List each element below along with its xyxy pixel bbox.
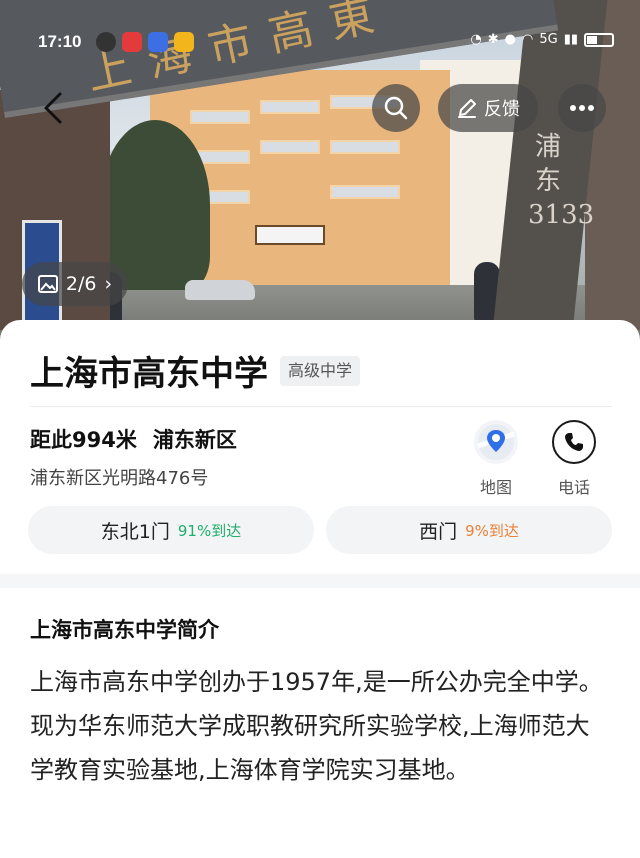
feedback-button[interactable]: 反馈 (438, 84, 538, 132)
status-system-icons: ◔ ✱ ● ◠ 5G ▮▮ (470, 32, 614, 47)
signal-icon: ▮▮ (563, 32, 578, 47)
chevron-left-icon (44, 92, 62, 124)
map-icon-circle (474, 420, 518, 464)
intro-title: 上海市高东中学简介 (30, 618, 219, 642)
photo-window (260, 140, 320, 154)
shield-icon (148, 32, 168, 52)
status-bar: 17:10 ◔ ✱ ● ◠ 5G ▮▮ (0, 30, 640, 56)
photo-pillar-text: 浦东3133 (528, 132, 595, 230)
phone-label: 电话 (557, 478, 590, 497)
status-notification-icons (96, 32, 194, 52)
gate-name: 东北1门 (100, 520, 170, 543)
network-type: 5G (539, 32, 558, 47)
photo-counter-text: 2/6 (65, 273, 97, 295)
title-row: 上海市高东中学 高级中学 (30, 346, 361, 395)
nfc-icon: ◔ (470, 32, 482, 47)
status-time: 17:10 (38, 32, 82, 51)
message-icon (96, 32, 116, 52)
search-icon (384, 96, 408, 120)
poi-address[interactable]: 浦东新区光明路476号 (30, 464, 208, 490)
divider (30, 406, 612, 407)
photo-window (190, 110, 250, 124)
photo-window (260, 100, 320, 114)
bluetooth-icon: ✱ (487, 32, 499, 47)
section-separator (0, 574, 640, 588)
battery-icon (584, 32, 614, 47)
search-button[interactable] (372, 84, 420, 132)
phone-button[interactable]: 电话 (544, 420, 604, 498)
app-notification-icon (122, 32, 142, 52)
app-notification-icon (174, 32, 194, 52)
phone-icon (565, 433, 583, 451)
poi-name: 上海市高东中学 (30, 354, 268, 394)
map-label: 地图 (479, 478, 512, 497)
poi-district: 浦东新区 (152, 428, 237, 452)
gate-name: 西门 (419, 520, 458, 543)
location-icon: ● (504, 32, 516, 47)
phone-icon-circle (552, 420, 596, 464)
image-icon (37, 275, 58, 293)
photo-window (330, 140, 400, 154)
photo-led-screen (255, 225, 325, 245)
edit-icon (458, 99, 476, 118)
gate-option-west[interactable]: 西门 9%到达 (326, 506, 612, 554)
intro-body[interactable]: 上海市高东中学创办于1957年,是一所公办完全中学。现为华东师范大学成职教研究所… (30, 660, 612, 792)
chevron-right-icon: › (104, 273, 113, 295)
photo-counter-button[interactable]: 2/6 › (22, 262, 128, 306)
gate-option-northeast[interactable]: 东北1门 91%到达 (28, 506, 314, 554)
wifi-icon: ◠ (521, 32, 534, 47)
feedback-label: 反馈 (484, 99, 520, 120)
photo-car (185, 280, 255, 300)
map-button[interactable]: 地图 (466, 420, 526, 498)
map-icon (477, 424, 515, 460)
back-button[interactable] (36, 90, 72, 126)
more-button[interactable] (558, 84, 606, 132)
poi-info-card: 上海市高东中学 高级中学 距此994米 浦东新区 浦东新区光明路476号 地图 … (0, 320, 640, 858)
gate-arrival-rate: 9%到达 (465, 521, 519, 540)
poi-level-tag: 高级中学 (280, 355, 361, 386)
gate-arrival-rate: 91%到达 (177, 521, 242, 540)
distance-row: 距此994米 浦东新区 (30, 424, 237, 454)
photo-window (330, 185, 400, 199)
more-dots-icon (570, 105, 594, 111)
poi-distance: 距此994米 (30, 428, 137, 452)
